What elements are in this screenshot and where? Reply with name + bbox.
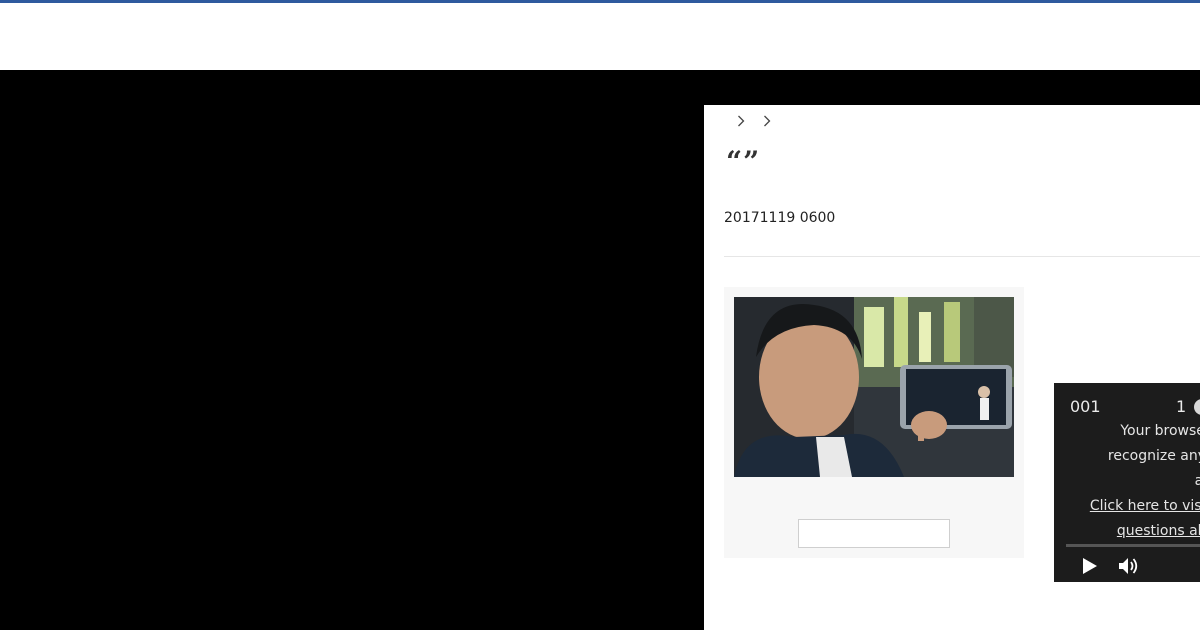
page-title: “” [726, 145, 761, 178]
divider [724, 256, 1200, 257]
player-error-line-1: Your browser d [1120, 423, 1200, 439]
player-help-link-line-2[interactable]: questions abou [1054, 519, 1200, 544]
player-error-line-3: avai [1194, 473, 1200, 489]
player-help-link-line-1[interactable]: Click here to visit o [1054, 494, 1200, 519]
article-figure [724, 287, 1024, 558]
video-index: 1 [1176, 397, 1187, 416]
video-progress-bar[interactable] [1066, 544, 1200, 547]
article-photo[interactable] [734, 297, 1014, 477]
close-icon[interactable] [1194, 399, 1200, 415]
play-icon[interactable] [1082, 557, 1098, 575]
breadcrumb [728, 113, 780, 129]
video-counter: 001 [1070, 397, 1101, 416]
volume-icon[interactable] [1118, 556, 1140, 576]
video-player[interactable]: 001 1 Your browser d recognize any of av… [1054, 383, 1200, 582]
chevron-right-icon [754, 113, 780, 129]
caption-field [798, 519, 950, 548]
site-header [0, 3, 1200, 70]
publish-timestamp: 20171119 0600 [724, 210, 836, 226]
chevron-right-icon [728, 113, 754, 129]
player-error-line-2: recognize any of [1107, 448, 1200, 464]
